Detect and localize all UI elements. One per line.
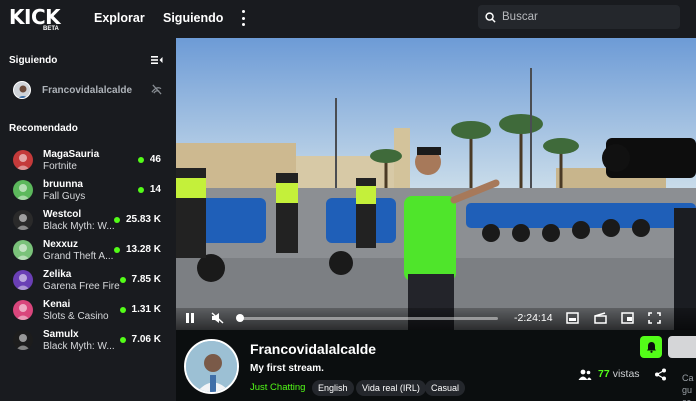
logo-text: KICK	[9, 5, 61, 29]
channel-name: Westcol	[43, 209, 82, 220]
live-dot-icon	[113, 216, 120, 223]
avatar	[13, 240, 33, 260]
tag-casual[interactable]: Casual	[425, 380, 466, 396]
more-menu-icon[interactable]	[240, 10, 246, 26]
live-dot-icon	[137, 156, 144, 163]
channel-name: Samulx	[43, 329, 79, 340]
viewer-number: 14	[149, 184, 161, 195]
time-remaining: -2:24:14	[514, 312, 553, 324]
search-input[interactable]	[502, 11, 672, 23]
viewer-count: 14	[137, 184, 161, 195]
viewer-number: 1.31 K	[131, 304, 161, 315]
viewer-number: 77	[598, 368, 610, 380]
avatar	[13, 150, 33, 170]
pip-icon[interactable]	[621, 312, 634, 324]
follow-button[interactable]	[668, 336, 696, 358]
channel-avatar[interactable]	[184, 339, 239, 394]
avatar	[13, 81, 31, 99]
recommended-item-westcol[interactable]: Westcol Black Myth: W... 25.83 K	[13, 206, 165, 236]
pause-icon[interactable]	[185, 312, 195, 324]
recommended-item-magasauria[interactable]: MagaSauria Fortnite 46	[13, 146, 165, 176]
stream-title: My first stream.	[250, 363, 324, 374]
recommended-item-nexxuz[interactable]: Nexxuz Grand Theft A... 13.28 K	[13, 236, 165, 266]
collapse-sidebar-icon[interactable]	[151, 55, 163, 65]
avatar	[13, 330, 33, 350]
live-dot-icon	[113, 246, 120, 253]
live-dot-icon	[119, 336, 126, 343]
live-dot-icon	[119, 276, 126, 283]
game-name: Fall Guys	[43, 191, 86, 202]
kick-logo[interactable]: KICK BETA	[9, 7, 67, 33]
search-box[interactable]	[478, 5, 680, 29]
game-name: Slots & Casino	[43, 311, 109, 322]
video-player[interactable]: -2:24:14	[176, 38, 696, 330]
recommended-item-zelika[interactable]: Zelika Garena Free Fire 7.85 K	[13, 266, 165, 296]
game-name: Black Myth: W...	[43, 341, 115, 352]
clip-icon[interactable]	[594, 312, 607, 324]
game-name: Grand Theft A...	[43, 251, 114, 262]
channel-name: Kenai	[43, 299, 71, 310]
tag-vida-real[interactable]: Vida real (IRL)	[356, 380, 426, 396]
recommended-item-bruunna[interactable]: bruunna Fall Guys 14	[13, 176, 165, 206]
viewer-count: 77 vistas	[578, 368, 640, 380]
viewer-number: 7.85 K	[131, 274, 161, 285]
sidebar: Siguiendo Francovidalalcalde Recomendado…	[0, 38, 176, 401]
side-panel-text: Ca gu cc	[682, 373, 694, 401]
live-dot-icon	[137, 186, 144, 193]
following-name: Francovidalalcalde	[42, 84, 133, 96]
following-item[interactable]: Francovidalalcalde	[13, 80, 163, 100]
viewer-count: 1.31 K	[119, 304, 161, 315]
progress-knob[interactable]	[236, 314, 244, 322]
search-icon	[485, 11, 496, 23]
following-title: Siguiendo	[9, 55, 58, 66]
avatar	[13, 210, 33, 230]
avatar	[13, 300, 33, 320]
viewer-count: 25.83 K	[113, 214, 161, 225]
channel-info: Francovidalalcalde My first stream. Just…	[176, 330, 696, 401]
bell-icon	[646, 342, 656, 353]
game-name: Garena Free Fire	[43, 281, 120, 292]
game-name: Black Myth: W...	[43, 221, 115, 232]
viewer-count: 13.28 K	[113, 244, 161, 255]
avatar	[13, 180, 33, 200]
mute-icon[interactable]	[211, 312, 224, 324]
nav-siguiendo[interactable]: Siguiendo	[163, 11, 223, 25]
game-name: Fortnite	[43, 161, 77, 172]
video-frame	[176, 38, 696, 330]
logo-badge: BETA	[43, 26, 59, 32]
viewer-label: vistas	[612, 368, 640, 380]
nav-explorar[interactable]: Explorar	[94, 11, 145, 25]
viewer-count: 7.06 K	[119, 334, 161, 345]
users-icon	[578, 369, 592, 380]
viewer-count: 7.85 K	[119, 274, 161, 285]
avatar	[13, 270, 33, 290]
channel-name: Zelika	[43, 269, 72, 280]
offline-icon	[151, 84, 162, 95]
recommended-title: Recomendado	[9, 123, 78, 134]
viewer-count: 46	[137, 154, 161, 165]
recommended-item-kenai[interactable]: Kenai Slots & Casino 1.31 K	[13, 296, 165, 326]
viewer-number: 13.28 K	[125, 244, 161, 255]
notification-button[interactable]	[640, 336, 662, 358]
channel-name: MagaSauria	[43, 149, 100, 160]
theater-mode-icon[interactable]	[566, 312, 579, 324]
player-controls: -2:24:14	[176, 308, 696, 330]
fullscreen-icon[interactable]	[648, 312, 661, 324]
stream-category[interactable]: Just Chatting	[250, 382, 305, 393]
viewer-number: 25.83 K	[125, 214, 161, 225]
tag-english[interactable]: English	[312, 380, 354, 396]
viewer-number: 7.06 K	[131, 334, 161, 345]
channel-name: Nexxuz	[43, 239, 79, 250]
top-bar: KICK BETA Explorar Siguiendo	[0, 0, 696, 38]
viewer-number: 46	[149, 154, 161, 165]
share-icon[interactable]	[654, 368, 667, 381]
live-dot-icon	[119, 306, 126, 313]
progress-bar[interactable]	[236, 314, 498, 322]
recommended-item-samulx[interactable]: Samulx Black Myth: W... 7.06 K	[13, 326, 165, 356]
channel-name: bruunna	[43, 179, 83, 190]
channel-name[interactable]: Francovidalalcalde	[250, 341, 376, 357]
